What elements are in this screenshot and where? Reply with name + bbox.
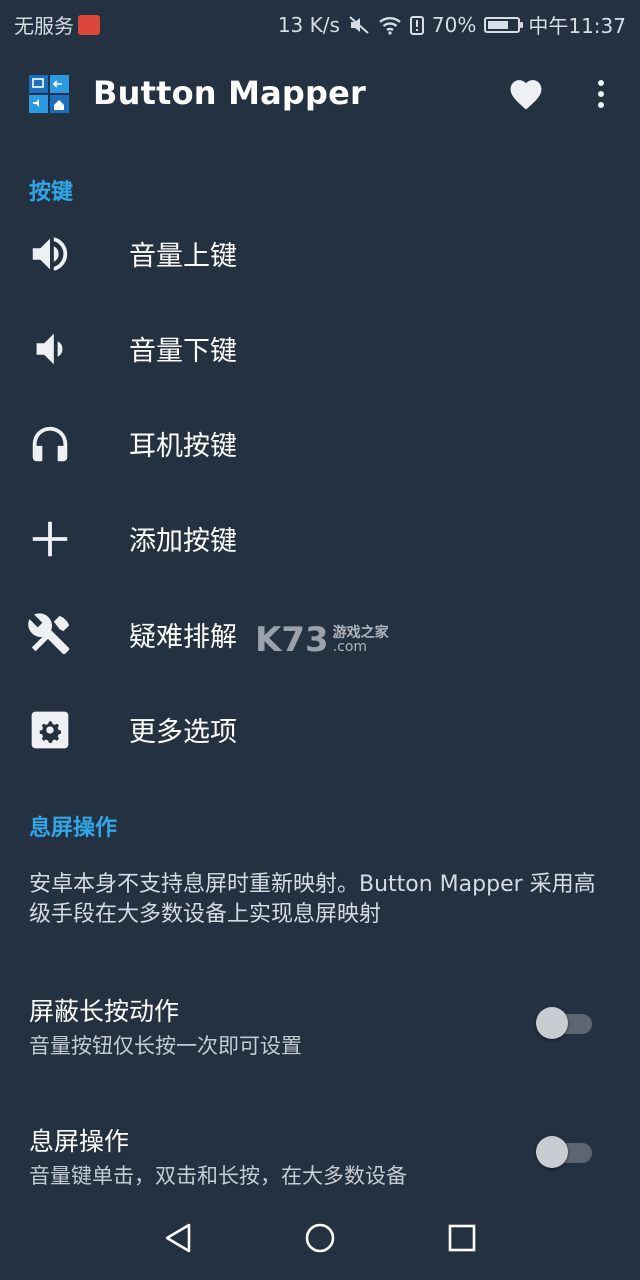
volume-up-icon — [26, 230, 74, 278]
more-vert-icon — [598, 80, 604, 108]
battery-icon — [484, 16, 524, 33]
status-right: 13 K/s 70% 中午11:37 — [278, 10, 626, 39]
heart-icon — [510, 80, 542, 110]
mute-icon — [348, 15, 370, 35]
watermark-cn: 游戏之家 — [332, 625, 389, 641]
overflow-menu-button[interactable] — [584, 72, 618, 116]
status-left: 无服务 — [14, 10, 100, 39]
setting-block-long-press[interactable]: 屏蔽长按动作 音量按钮仅长按一次即可设置 — [0, 990, 640, 1080]
menu-item-add-button[interactable]: 添加按键 — [0, 491, 640, 586]
toggle-screen-off-action[interactable] — [536, 1135, 592, 1169]
app-title: Button Mapper — [93, 74, 367, 112]
status-bar: 无服务 13 K/s 70% 中午11:37 — [0, 0, 640, 44]
favorite-button[interactable] — [504, 72, 548, 116]
wifi-icon — [378, 15, 402, 35]
menu-item-label: 疑难排解 — [129, 622, 237, 653]
menu-item-label: 音量上键 — [129, 241, 237, 272]
nav-recents-button[interactable] — [440, 1216, 484, 1260]
watermark-main: K73 — [255, 620, 329, 660]
battery-percent: 70% — [431, 12, 477, 37]
toggle-thumb — [536, 1136, 568, 1168]
toggle-block-long-press[interactable] — [536, 1006, 592, 1040]
menu-item-label: 耳机按键 — [129, 431, 237, 462]
toggle-thumb — [536, 1007, 568, 1039]
menu-item-label: 添加按键 — [129, 526, 237, 557]
plus-icon — [26, 515, 74, 563]
headset-icon — [26, 420, 74, 468]
tools-icon — [26, 611, 74, 659]
volume-down-icon — [26, 325, 74, 373]
section-header-screen-off: 息屏操作 — [29, 816, 118, 841]
battery-fill — [488, 20, 509, 29]
section-header-buttons: 按键 — [29, 180, 74, 205]
app-bar: Button Mapper — [0, 44, 640, 144]
menu-item-headset[interactable]: 耳机按键 — [0, 396, 640, 491]
menu-item-volume-up[interactable]: 音量上键 — [0, 206, 640, 301]
carrier-badge-icon — [78, 14, 100, 35]
home-circle-icon — [305, 1223, 335, 1253]
watermark-domain: .com — [332, 639, 368, 655]
setting-title: 息屏操作 — [29, 1127, 130, 1156]
watermark-side: 游戏之家 .com — [333, 626, 389, 654]
menu-item-more-options[interactable]: 更多选项 — [0, 682, 640, 777]
nav-home-button[interactable] — [298, 1216, 342, 1260]
setting-title: 屏蔽长按动作 — [29, 997, 180, 1026]
network-speed: 13 K/s — [277, 12, 340, 37]
recents-square-icon — [448, 1224, 476, 1252]
app-logo-icon — [28, 74, 70, 114]
navigation-bar — [0, 1196, 640, 1280]
menu-item-label: 更多选项 — [129, 717, 237, 748]
clock: 中午11:37 — [528, 14, 626, 38]
menu-item-label: 音量下键 — [129, 336, 237, 367]
battery-alert-icon — [409, 15, 424, 35]
back-triangle-icon — [165, 1223, 191, 1253]
carrier-text: 无服务 — [14, 14, 74, 38]
screen-off-description: 安卓本身不支持息屏时重新映射。Button Mapper 采用高级手段在大多数设… — [29, 872, 596, 927]
menu-item-volume-down[interactable]: 音量下键 — [0, 301, 640, 396]
nav-back-button[interactable] — [156, 1216, 200, 1260]
setting-subtitle: 音量键单击，双击和长按，在大多数设备 — [29, 1164, 407, 1188]
watermark-logo: K73 游戏之家 .com — [255, 620, 389, 660]
gear-icon — [26, 706, 74, 754]
setting-subtitle: 音量按钮仅长按一次即可设置 — [29, 1034, 302, 1058]
